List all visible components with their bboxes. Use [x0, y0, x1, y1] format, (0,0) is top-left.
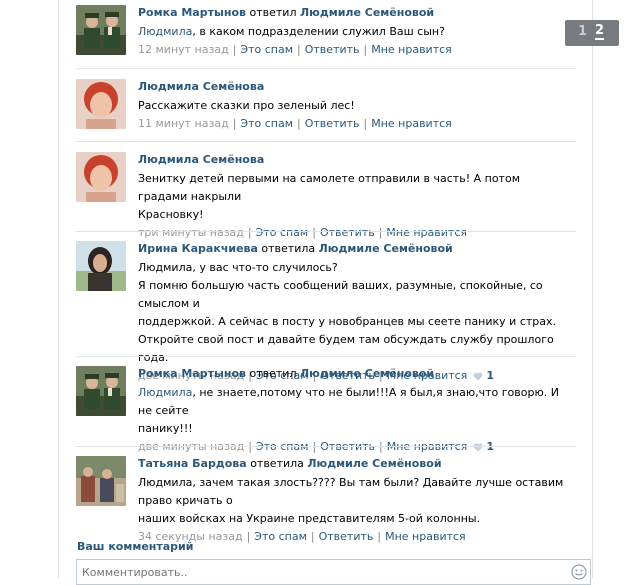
- comment-actions: три минуты назад | Это спам | Ответить | Мне н…: [138, 225, 568, 241]
- comment-body: Ромка Мартынов ответил Людмиле Семёновой…: [138, 5, 568, 58]
- timestamp[interactable]: 11 минут назад: [138, 117, 229, 130]
- comment-text-line: Людмила, зачем такая злость???? Вы там б…: [138, 476, 564, 507]
- divider: [76, 68, 576, 69]
- reply-verb: ответила: [250, 457, 304, 470]
- comment-text-line: Людмила, у вас что-то случилось?: [138, 261, 338, 274]
- separator: |: [246, 530, 251, 543]
- separator: |: [297, 117, 301, 130]
- your-comment-title: Ваш комментарий: [77, 540, 194, 553]
- comment-header: Ирина Каракчиева ответила Людмиле Семёно…: [138, 241, 568, 257]
- author-link[interactable]: Ромка Мартынов: [138, 6, 246, 19]
- avatar[interactable]: [76, 366, 126, 416]
- separator: |: [378, 226, 383, 239]
- comment-actions: две минуты назад|Это спам|Ответить|Мне н…: [138, 439, 568, 455]
- comment-text-line: Я помню большую часть сообщений ваших, р…: [138, 279, 543, 310]
- comment-text: Людмила, у вас что-то случилось? Я помню…: [138, 259, 568, 367]
- comment-text-line: Откройте свой пост и давайте будем там о…: [138, 333, 554, 364]
- divider: [76, 231, 576, 232]
- comment-text: Расскажите сказки про зеленый лес!: [138, 99, 355, 112]
- reply-verb: ответил: [249, 367, 297, 380]
- spam-link[interactable]: Это спам: [240, 43, 293, 56]
- reply-target-link[interactable]: Людмиле Семёновой: [307, 457, 441, 470]
- comment-text-line: наших войсках на Украине представителям …: [138, 512, 481, 525]
- comment-header: Людмила Семёнова: [138, 152, 568, 168]
- avatar[interactable]: [76, 241, 126, 291]
- avatar[interactable]: [76, 152, 126, 202]
- author-link[interactable]: Людмила Семёнова: [138, 80, 264, 93]
- reply-verb: ответила: [261, 242, 316, 255]
- reply-link[interactable]: Ответить: [305, 43, 360, 56]
- author-link[interactable]: Людмила Семёнова: [138, 153, 264, 166]
- comment-text: Людмила, зачем такая злость???? Вы там б…: [138, 474, 568, 528]
- comment-body: Людмила Семёнова Зенитку детей первыми н…: [138, 152, 568, 241]
- separator: |: [232, 43, 237, 56]
- avatar[interactable]: [76, 79, 126, 129]
- comment-text-line: Людмила, не знаете,потому что не были!!!…: [138, 384, 568, 420]
- timestamp[interactable]: три минуты назад: [138, 226, 244, 239]
- comment-header: Татьяна Бардова ответила Людмиле Семёнов…: [138, 456, 568, 472]
- reply-verb: ответил: [249, 6, 297, 19]
- like-link[interactable]: Мне нравится: [385, 530, 466, 543]
- comment-body: Людмила Семёнова Расскажите сказки про з…: [138, 79, 568, 132]
- page-1-link[interactable]: 1: [578, 24, 587, 39]
- pagination: 1 2: [565, 20, 619, 46]
- author-link[interactable]: Татьяна Бардова: [138, 457, 247, 470]
- comment-actions: 12 минут назад | Это спам | Ответить | Мне нра…: [138, 42, 568, 58]
- separator: |: [247, 226, 252, 239]
- avatar[interactable]: [76, 456, 126, 506]
- spam-link[interactable]: Это спам: [256, 226, 309, 239]
- heart-icon[interactable]: [473, 443, 483, 452]
- spam-link[interactable]: Это спам: [240, 117, 293, 130]
- comment-text-line: Зенитку детей первыми на самолете отправ…: [138, 172, 520, 203]
- reply-link[interactable]: Ответить: [305, 117, 360, 130]
- comment-text: Людмила, не знаете,потому что не были!!!…: [138, 384, 568, 438]
- comment-text-rest: , не знаете,потому что не были!!!А я был…: [138, 386, 559, 417]
- separator: |: [377, 530, 382, 543]
- divider: [76, 356, 576, 357]
- comment-body: Татьяна Бардова ответила Людмиле Семёнов…: [138, 456, 568, 545]
- like-link[interactable]: Мне нравится: [371, 117, 452, 130]
- comment-header: Ромка Мартынов ответил Людмиле Семёновой: [138, 5, 568, 21]
- timestamp[interactable]: 12 минут назад: [138, 43, 229, 56]
- separator: |: [363, 43, 368, 56]
- reply-target-link[interactable]: Людмиле Семёновой: [300, 367, 434, 380]
- comment-text: Людмила, в каком подразделении служил Ва…: [138, 23, 568, 41]
- comment-actions: 34 секунды назад | Это спам | Ответить | Мне н…: [138, 529, 568, 545]
- separator: |: [363, 117, 368, 130]
- separator: |: [297, 43, 301, 56]
- comment-text-line: поддержкой. А сейчас в посту у новобранц…: [138, 315, 557, 328]
- mention-link[interactable]: Людмила: [138, 386, 192, 399]
- like-link[interactable]: Мне нравится: [386, 226, 467, 239]
- reply-target-link[interactable]: Людмиле Семёновой: [319, 242, 453, 255]
- comment-header: Ромка Мартынов ответил Людмиле Семёновой: [138, 366, 568, 382]
- comment-actions: 11 минут назад | Это спам | Ответить | Мне нра…: [138, 116, 568, 132]
- reply-link[interactable]: Ответить: [320, 226, 375, 239]
- author-link[interactable]: Ирина Каракчиева: [138, 242, 258, 255]
- comment-body: Ирина Каракчиева ответила Людмиле Семёно…: [138, 241, 568, 384]
- page-2-current[interactable]: 2: [595, 24, 605, 40]
- divider: [76, 141, 576, 142]
- reply-target-link[interactable]: Людмиле Семёновой: [300, 6, 434, 19]
- comment-header: Людмила Семёнова: [138, 79, 568, 95]
- comment-body: Ромка Мартынов ответил Людмиле Семёновой…: [138, 366, 568, 455]
- comment-text-rest: , в каком подразделении служил Ваш сын?: [192, 25, 445, 38]
- separator: |: [310, 530, 315, 543]
- mention-link[interactable]: Людмила: [138, 25, 192, 38]
- author-link[interactable]: Ромка Мартынов: [138, 367, 246, 380]
- avatar[interactable]: [76, 5, 126, 55]
- comment-input[interactable]: [76, 559, 591, 585]
- spam-link[interactable]: Это спам: [254, 530, 307, 543]
- divider: [76, 446, 576, 447]
- like-link[interactable]: Мне нравится: [371, 43, 452, 56]
- comment-text-line: панику!!!: [138, 422, 193, 435]
- separator: |: [312, 226, 316, 239]
- reply-link[interactable]: Ответить: [319, 530, 374, 543]
- comment-text: Зенитку детей первыми на самолете отправ…: [138, 170, 568, 224]
- separator: |: [232, 117, 237, 130]
- comment-text-line: Красновку!: [138, 208, 204, 221]
